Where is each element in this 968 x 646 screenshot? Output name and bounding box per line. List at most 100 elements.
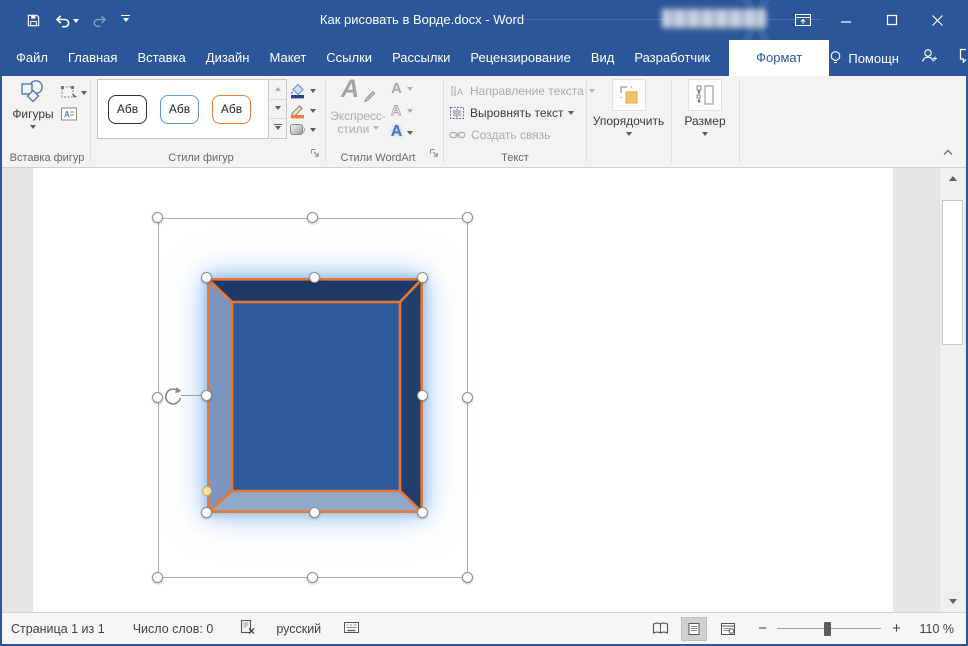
shape-adjust-handle[interactable]: [202, 486, 212, 496]
shape-resize-handle-nw[interactable]: [201, 272, 212, 283]
align-text-icon: [450, 107, 464, 119]
vertical-scrollbar[interactable]: [939, 168, 965, 612]
scroll-down-button[interactable]: [942, 595, 963, 610]
text-direction-icon: A: [450, 86, 463, 97]
scroll-up-button[interactable]: [942, 170, 963, 185]
shape-resize-handle-se[interactable]: [417, 507, 428, 518]
arrange-icon: [611, 79, 646, 111]
outer-resize-handle-ne[interactable]: [462, 212, 473, 223]
shape-style-thumb-blue[interactable]: Абв: [160, 94, 199, 124]
shape-resize-handle-n[interactable]: [309, 272, 320, 283]
collapse-ribbon-button[interactable]: [942, 143, 954, 161]
outer-resize-handle-s[interactable]: [307, 572, 318, 583]
tab-layout[interactable]: Макет: [259, 40, 316, 76]
tab-view[interactable]: Вид: [581, 40, 625, 76]
shape-resize-handle-sw[interactable]: [201, 507, 212, 518]
zoom-level[interactable]: 110 %: [919, 622, 954, 636]
svg-text:A: A: [457, 87, 463, 97]
shape-resize-handle-s[interactable]: [309, 507, 320, 518]
shape-styles-dialog-launcher[interactable]: [310, 145, 320, 163]
size-button[interactable]: Размер: [672, 79, 738, 139]
share-button[interactable]: [920, 47, 938, 69]
tab-design[interactable]: Дизайн: [196, 40, 260, 76]
tab-references[interactable]: Ссылки: [316, 40, 382, 76]
shape-fill-button[interactable]: [288, 82, 316, 99]
text-direction-button: A Направление текста: [449, 82, 595, 100]
shape-resize-handle-w[interactable]: [201, 390, 212, 401]
tab-insert[interactable]: Вставка: [127, 40, 195, 76]
ribbon-display-options-button[interactable]: [788, 7, 818, 33]
ribbon-display-options-icon: [795, 14, 811, 26]
web-layout-view-button[interactable]: [715, 617, 741, 641]
text-effects-button[interactable]: А: [389, 123, 413, 141]
save-button[interactable]: [26, 13, 41, 28]
rotation-handle[interactable]: [162, 385, 184, 407]
comments-button[interactable]: [959, 48, 966, 69]
edit-shape-button[interactable]: [60, 84, 87, 100]
user-account-blurred[interactable]: [662, 9, 766, 28]
shape-outline-button[interactable]: [288, 102, 316, 119]
shape-outline-icon: [290, 105, 304, 119]
zoom-out-button[interactable]: −: [755, 621, 769, 636]
tell-me-assistant[interactable]: Помощн: [829, 50, 899, 66]
assistant-label: Помощн: [848, 50, 899, 66]
rotation-handle-connector: [181, 395, 203, 396]
shapes-button[interactable]: Фигуры: [6, 79, 60, 132]
bevel-shape[interactable]: [207, 278, 423, 513]
scrollbar-thumb[interactable]: [942, 200, 963, 345]
undo-button[interactable]: [54, 13, 79, 28]
draw-text-box-button[interactable]: A: [60, 106, 78, 122]
wordart-dialog-launcher[interactable]: [429, 145, 439, 163]
customize-qat-button[interactable]: [121, 15, 130, 25]
chevron-up-icon: [943, 149, 953, 155]
outer-resize-handle-sw[interactable]: [152, 572, 163, 583]
group-insert-shapes: Фигуры A Вставка фигур: [4, 76, 90, 167]
language-indicator[interactable]: русский: [276, 622, 321, 636]
group-wordart-styles: А Экспресс- стили А А А Стили WordArt: [327, 75, 441, 167]
proofing-status-button[interactable]: [239, 619, 256, 638]
group-shape-styles: Абв Абв Абв Стили фигур: [92, 76, 324, 167]
outer-resize-handle-se[interactable]: [462, 572, 473, 583]
zoom-slider[interactable]: [777, 621, 882, 637]
shape-style-thumb-orange[interactable]: Абв: [212, 94, 251, 124]
minimize-button[interactable]: [831, 7, 861, 33]
align-text-button[interactable]: Выровнять текст: [449, 104, 575, 122]
undo-dropdown-caret[interactable]: [73, 18, 79, 26]
page-indicator[interactable]: Страница 1 из 1: [11, 622, 105, 636]
quick-styles-label-line2: стили: [337, 123, 379, 136]
tabrow-right: Помощн: [829, 40, 966, 76]
minimize-icon: [841, 21, 851, 23]
person-add-icon: [921, 49, 937, 62]
tab-home[interactable]: Главная: [58, 40, 127, 76]
text-outline-button: А: [389, 102, 413, 118]
read-mode-view-button[interactable]: [647, 617, 673, 641]
zoom-slider-knob[interactable]: [824, 621, 832, 636]
zoom-in-button[interactable]: +: [889, 621, 903, 636]
tab-mailings[interactable]: Рассылки: [382, 40, 460, 76]
tab-format-active[interactable]: Формат: [729, 40, 830, 76]
outer-resize-handle-n[interactable]: [307, 212, 318, 223]
outer-resize-handle-w[interactable]: [152, 392, 163, 403]
gallery-scroll-down[interactable]: [270, 100, 286, 120]
keyboard-layout-button[interactable]: [343, 620, 360, 638]
arrange-button[interactable]: Упорядочить: [587, 79, 670, 139]
save-icon: [27, 14, 40, 26]
tab-file[interactable]: Файл: [6, 40, 58, 76]
wordart-quick-styles-button: А Экспресс- стили: [329, 75, 387, 136]
print-layout-view-button[interactable]: [681, 616, 708, 641]
tab-developer[interactable]: Разработчик: [624, 40, 720, 76]
shape-effects-button[interactable]: [288, 122, 316, 137]
outer-resize-handle-e[interactable]: [462, 392, 473, 403]
shape-style-thumb-black[interactable]: Абв: [108, 94, 147, 124]
close-button[interactable]: [922, 7, 952, 33]
gallery-more-button[interactable]: [270, 119, 286, 138]
shape-resize-handle-ne[interactable]: [417, 272, 428, 283]
text-fill-button: А: [389, 80, 413, 97]
svg-text:А: А: [391, 102, 401, 118]
tab-review[interactable]: Рецензирование: [460, 40, 580, 76]
maximize-button[interactable]: [877, 7, 907, 33]
outer-resize-handle-nw[interactable]: [152, 212, 163, 223]
maximize-icon: [886, 14, 898, 26]
word-count[interactable]: Число слов: 0: [133, 622, 214, 636]
shape-resize-handle-e[interactable]: [417, 390, 428, 401]
